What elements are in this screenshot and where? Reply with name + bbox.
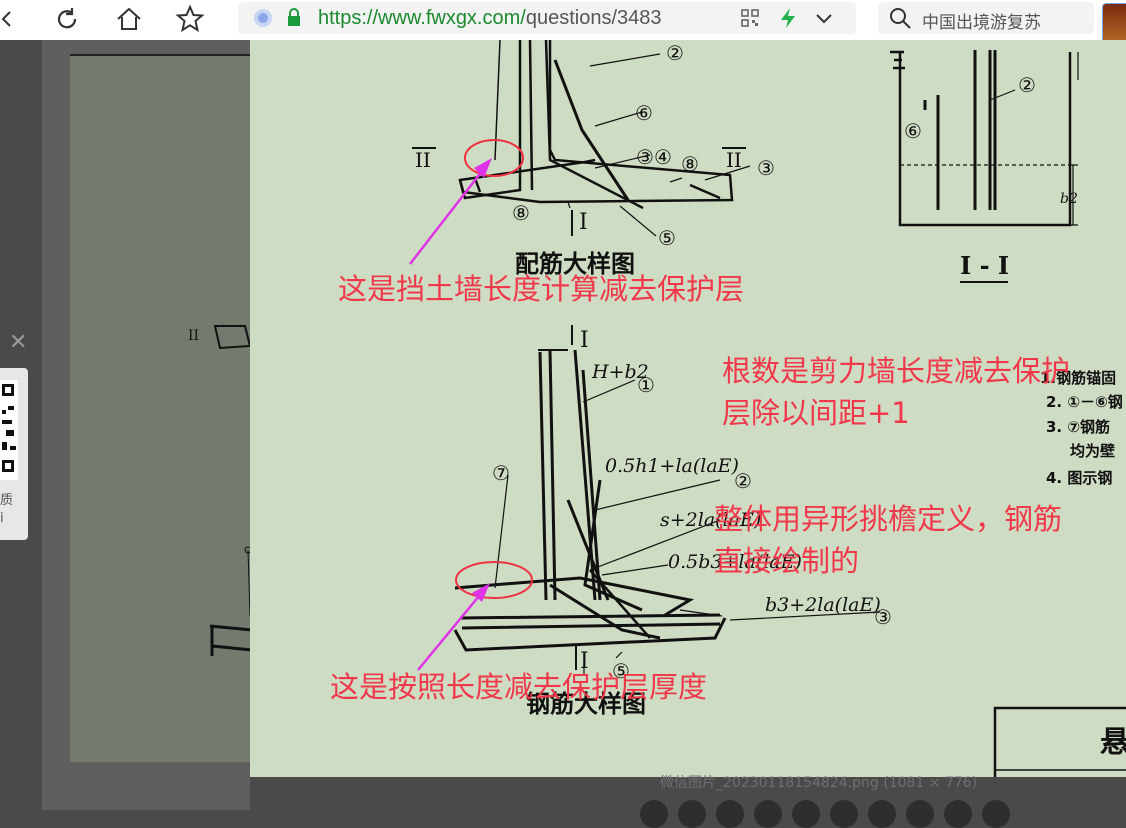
svg-text:④: ④ — [654, 145, 672, 169]
search-icon — [890, 8, 911, 29]
viewer-tool-button[interactable] — [678, 800, 706, 828]
highlight-ellipse-top — [464, 139, 524, 177]
engineering-drawing-image: ② ⑥ ③ ④ ⑧ ③ ⑧ ⑤ II II I 配筋大样图 ⑥ ② b2 I -… — [250, 40, 1126, 777]
annotation-arrow-top — [409, 158, 492, 265]
reload-button[interactable] — [52, 4, 82, 34]
chevron-left-icon — [1, 11, 11, 27]
section-mark-I-top: I — [579, 210, 588, 235]
rebar-drawing: ② ⑥ ③ ④ ⑧ ③ ⑧ ⑤ II II I 配筋大样图 ⑥ ② b2 I -… — [409, 40, 1126, 777]
dim-3: b3+2la(laE) — [765, 594, 881, 616]
svg-text:b2: b2 — [1060, 191, 1078, 207]
star-icon — [175, 4, 205, 33]
qr-code-image — [0, 380, 18, 480]
section-label: I - I — [960, 251, 1009, 280]
highlight-ellipse-bottom — [455, 561, 533, 599]
viewer-tool-button[interactable] — [906, 800, 934, 828]
svg-text:③: ③ — [636, 145, 654, 169]
image-filename: 微信图片_20230118154824.png (1081 × 776) — [660, 775, 978, 791]
svg-text:⑧: ⑧ — [512, 201, 530, 225]
svg-text:③: ③ — [874, 605, 892, 629]
browser-toolbar: https://www.fwxgx.com/questions/3483 中国出… — [0, 0, 1126, 41]
annotation-overall-line2: 直接绘制的 — [714, 544, 860, 578]
table-title: 悬 — [1100, 725, 1126, 760]
site-icon — [254, 9, 272, 27]
viewer-tool-button[interactable] — [754, 800, 782, 828]
viewer-tool-button[interactable] — [640, 800, 668, 828]
annotation-overall-line1: 整体用异形挑檐定义，钢筋 — [714, 502, 1063, 536]
url-text: https://www.fwxgx.com/questions/3483 — [318, 7, 662, 29]
background-drawing: II — [188, 325, 253, 656]
home-button[interactable] — [114, 4, 144, 34]
annotation-length-minus-cover: 这是按照长度减去保护层厚度 — [330, 670, 708, 704]
dim-2: 0.5h1+la(laE) — [605, 455, 739, 477]
close-icon[interactable]: ✕ — [9, 330, 27, 355]
viewer-tool-button[interactable] — [982, 800, 1010, 828]
svg-text:⑥: ⑥ — [904, 119, 922, 143]
viewer-toolbar — [640, 800, 1040, 828]
search-input[interactable]: 中国出境游复苏 — [922, 8, 1041, 33]
section-mark-II-left: II — [415, 148, 431, 172]
note-3b: 均为壁 — [1070, 442, 1115, 460]
note-4: 4. 图示钢 — [1046, 469, 1112, 487]
bookmark-button[interactable] — [175, 4, 205, 34]
home-icon — [117, 7, 141, 30]
svg-text:②: ② — [734, 469, 752, 493]
section-mark-II-right: II — [726, 148, 742, 172]
viewer-tool-button[interactable] — [792, 800, 820, 828]
viewer-tool-button[interactable] — [830, 800, 858, 828]
reload-icon — [57, 8, 77, 29]
annotation-retaining-wall: 这是挡土墙长度计算减去保护层 — [338, 272, 745, 306]
viewer-tool-button[interactable] — [944, 800, 972, 828]
svg-text:②: ② — [1018, 73, 1036, 97]
section-mark-I-mid: I — [580, 328, 589, 353]
chevron-down-icon[interactable] — [814, 9, 834, 29]
svg-text:⑤: ⑤ — [658, 226, 676, 250]
svg-text:②: ② — [666, 41, 684, 65]
annotation-count-line2: 层除以间距+1 — [722, 396, 910, 430]
note-3: 3. ⑦钢筋 — [1046, 418, 1110, 436]
qr-caption: 质i — [0, 493, 14, 526]
background-document-page: II — [70, 54, 253, 762]
svg-text:③: ③ — [757, 156, 775, 180]
svg-text:II: II — [188, 328, 199, 344]
svg-text:⑥: ⑥ — [635, 101, 653, 125]
search-box[interactable]: 中国出境游复苏 — [878, 2, 1094, 34]
qr-code-icon[interactable] — [740, 8, 760, 28]
back-button[interactable] — [0, 4, 22, 34]
note-2: 2. ①－⑥钢 — [1046, 393, 1123, 411]
lightning-icon[interactable] — [778, 7, 798, 29]
annotation-count-line1: 根数是剪力墙长度减去保护 — [722, 354, 1071, 388]
svg-text:①: ① — [637, 373, 655, 397]
lock-icon — [288, 8, 300, 26]
svg-text:⑧: ⑧ — [681, 152, 699, 176]
viewer-tool-button[interactable] — [868, 800, 896, 828]
qr-code-card[interactable]: 质i — [0, 368, 28, 540]
viewer-tool-button[interactable] — [716, 800, 744, 828]
svg-text:⑦: ⑦ — [492, 461, 510, 485]
address-bar[interactable]: https://www.fwxgx.com/questions/3483 — [238, 2, 856, 34]
left-panel: ✕ 质i — [0, 40, 42, 810]
